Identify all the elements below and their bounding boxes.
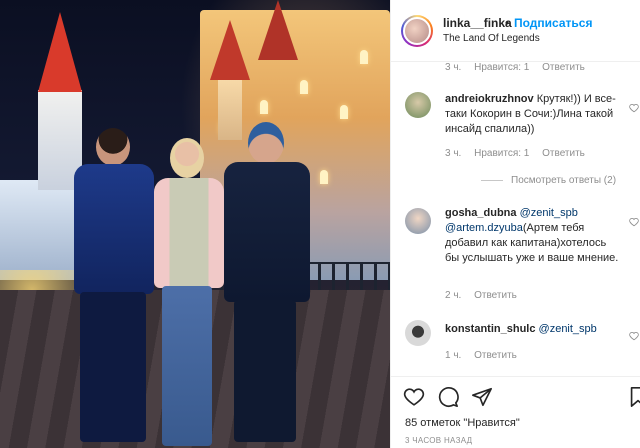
comment-meta: 3 ч. Нравится: 1 Ответить (445, 62, 640, 73)
person-pants (234, 300, 296, 442)
mention-link[interactable]: @zenit_spb (520, 207, 578, 219)
comment-like-icon[interactable] (629, 100, 639, 113)
person-left (68, 128, 158, 448)
person-head (248, 122, 284, 164)
comment-likes[interactable]: Нравится: 1 (474, 62, 529, 73)
comment-like-icon[interactable] (629, 214, 639, 227)
reply-button[interactable]: Ответить (542, 62, 585, 73)
paper-plane-icon[interactable] (471, 386, 493, 408)
person-jeans (162, 286, 212, 446)
separator-dot: • (505, 16, 510, 30)
comment-time: 2 ч. (445, 290, 462, 301)
mention-link[interactable]: @zenit_spb (539, 323, 597, 335)
view-replies-button[interactable]: Посмотреть ответы (2) (481, 175, 616, 186)
comment-text: gosha_dubna @zenit_spb @artem.dzyuba(Арт… (445, 206, 623, 266)
post-location[interactable]: The Land Of Legends (443, 33, 540, 44)
comment-time: 3 ч. (445, 148, 462, 159)
post-actions-bar: 85 отметок "Нравится" 3 ЧАСОВ НАЗАД (391, 376, 640, 448)
heart-outline-icon[interactable] (403, 386, 425, 408)
comment-item: konstantin_shulc @zenit_spb 1 ч. Ответит… (391, 320, 640, 370)
comment-username[interactable]: andreiokruzhnov (445, 93, 534, 105)
avatar[interactable] (405, 92, 431, 118)
castle-window (320, 170, 328, 184)
comment-meta: 2 ч. Ответить (445, 290, 527, 301)
castle-window (300, 80, 308, 94)
comment-likes[interactable]: Нравится: 1 (474, 148, 529, 159)
reply-button[interactable]: Ответить (542, 148, 585, 159)
follow-button[interactable]: Подписаться (514, 16, 592, 30)
red-spire-left (38, 12, 82, 92)
post-photo[interactable] (0, 0, 390, 448)
red-spire (258, 0, 298, 60)
avatar[interactable] (405, 320, 431, 346)
person-right (218, 122, 314, 448)
person-pants (80, 292, 146, 442)
likes-count[interactable]: 85 отметок "Нравится" (405, 417, 520, 429)
comment-item: andreiokruzhnov Крутяк!)) И все-таки Кок… (391, 92, 640, 172)
castle-window (260, 100, 268, 114)
comment-text: andreiokruzhnov Крутяк!)) И все-таки Кок… (445, 92, 623, 137)
mention-link[interactable]: @artem.dzyuba (445, 222, 523, 234)
person-jacket (74, 164, 154, 294)
person-hoodie (224, 162, 310, 302)
person-head (96, 128, 130, 166)
red-spire (210, 20, 250, 80)
post-side-panel: linka__finka • Подписаться The Land Of L… (390, 0, 640, 448)
comment-time: 1 ч. (445, 350, 462, 361)
post-header: linka__finka • Подписаться The Land Of L… (391, 0, 640, 62)
person-middle (148, 138, 228, 448)
comment-like-icon[interactable] (629, 328, 639, 341)
comment-time: 3 ч. (445, 62, 462, 73)
castle-window (360, 50, 368, 64)
avatar[interactable] (405, 208, 431, 234)
bookmark-icon[interactable] (627, 386, 640, 408)
reply-button[interactable]: Ответить (474, 290, 517, 301)
comment-meta: 1 ч. Ответить (445, 350, 527, 361)
comment-item: gosha_dubna @zenit_spb @artem.dzyuba(Арт… (391, 206, 640, 306)
comment-text: konstantin_shulc @zenit_spb (445, 322, 623, 337)
avatar[interactable] (401, 15, 433, 47)
comment-meta: 3 ч. Нравится: 1 Ответить (445, 148, 595, 159)
post-timestamp: 3 ЧАСОВ НАЗАД (405, 436, 473, 445)
comments-list[interactable]: 3 ч. Нравится: 1 Ответить andreiokruzhno… (391, 62, 640, 376)
person-top (154, 178, 224, 288)
castle-window (340, 105, 348, 119)
person-head (170, 138, 204, 178)
comment-username[interactable]: konstantin_shulc (445, 323, 535, 335)
post-username[interactable]: linka__finka (443, 16, 512, 30)
comment-bubble-icon[interactable] (437, 386, 459, 408)
comment-username[interactable]: gosha_dubna (445, 207, 517, 219)
reply-button[interactable]: Ответить (474, 350, 517, 361)
